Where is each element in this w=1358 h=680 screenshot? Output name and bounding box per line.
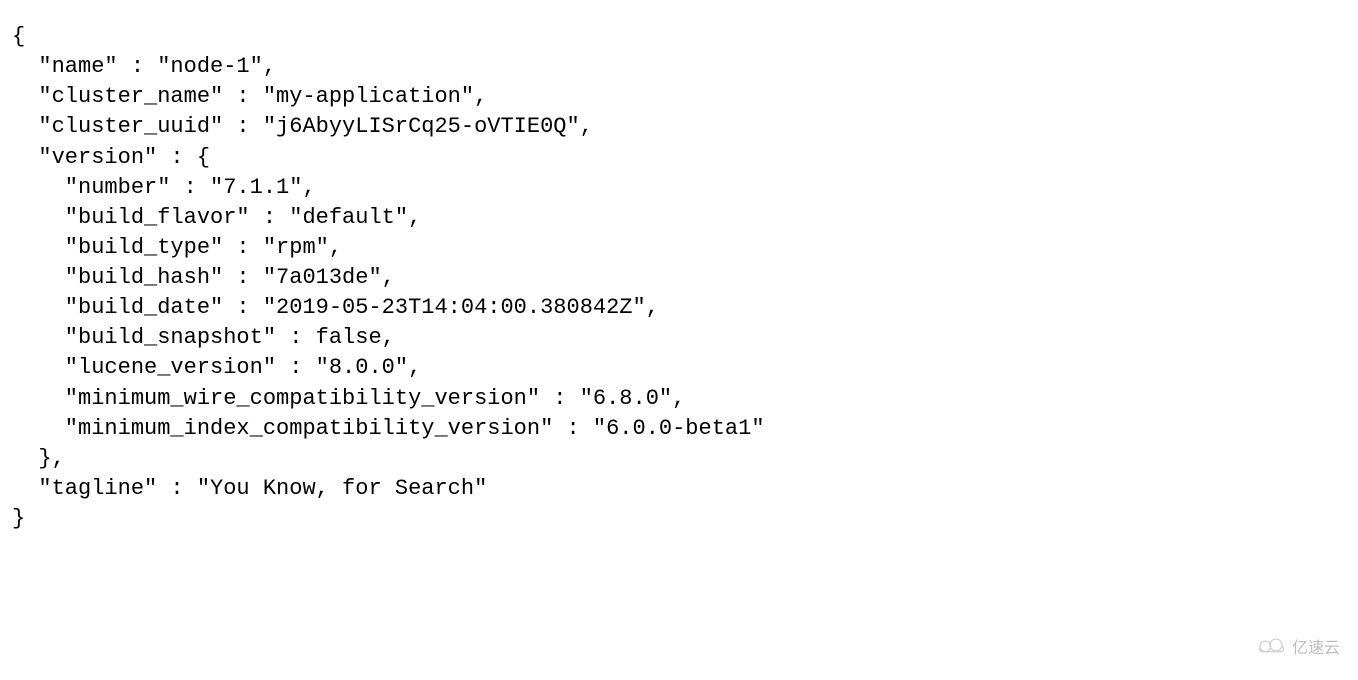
code-line: { — [12, 24, 25, 49]
code-line: "number" : "7.1.1", — [12, 175, 316, 200]
code-line: "cluster_name" : "my-application", — [12, 84, 487, 109]
code-line: }, — [12, 446, 65, 471]
code-line: "minimum_wire_compatibility_version" : "… — [12, 386, 685, 411]
json-code-block: { "name" : "node-1", "cluster_name" : "m… — [12, 22, 1346, 534]
code-line: } — [12, 506, 25, 531]
code-line: "name" : "node-1", — [12, 54, 276, 79]
code-line: "tagline" : "You Know, for Search" — [12, 476, 487, 501]
code-line: "lucene_version" : "8.0.0", — [12, 355, 421, 380]
code-line: "minimum_index_compatibility_version" : … — [12, 416, 765, 441]
code-line: "version" : { — [12, 145, 210, 170]
code-line: "build_hash" : "7a013de", — [12, 265, 395, 290]
cloud-icon — [1256, 635, 1288, 662]
watermark: 亿速云 — [1256, 635, 1340, 662]
code-line: "build_flavor" : "default", — [12, 205, 421, 230]
code-line: "cluster_uuid" : "j6AbyyLISrCq25-oVTIE0Q… — [12, 114, 593, 139]
code-line: "build_type" : "rpm", — [12, 235, 342, 260]
code-line: "build_date" : "2019-05-23T14:04:00.3808… — [12, 295, 659, 320]
watermark-text: 亿速云 — [1292, 638, 1340, 660]
code-line: "build_snapshot" : false, — [12, 325, 395, 350]
